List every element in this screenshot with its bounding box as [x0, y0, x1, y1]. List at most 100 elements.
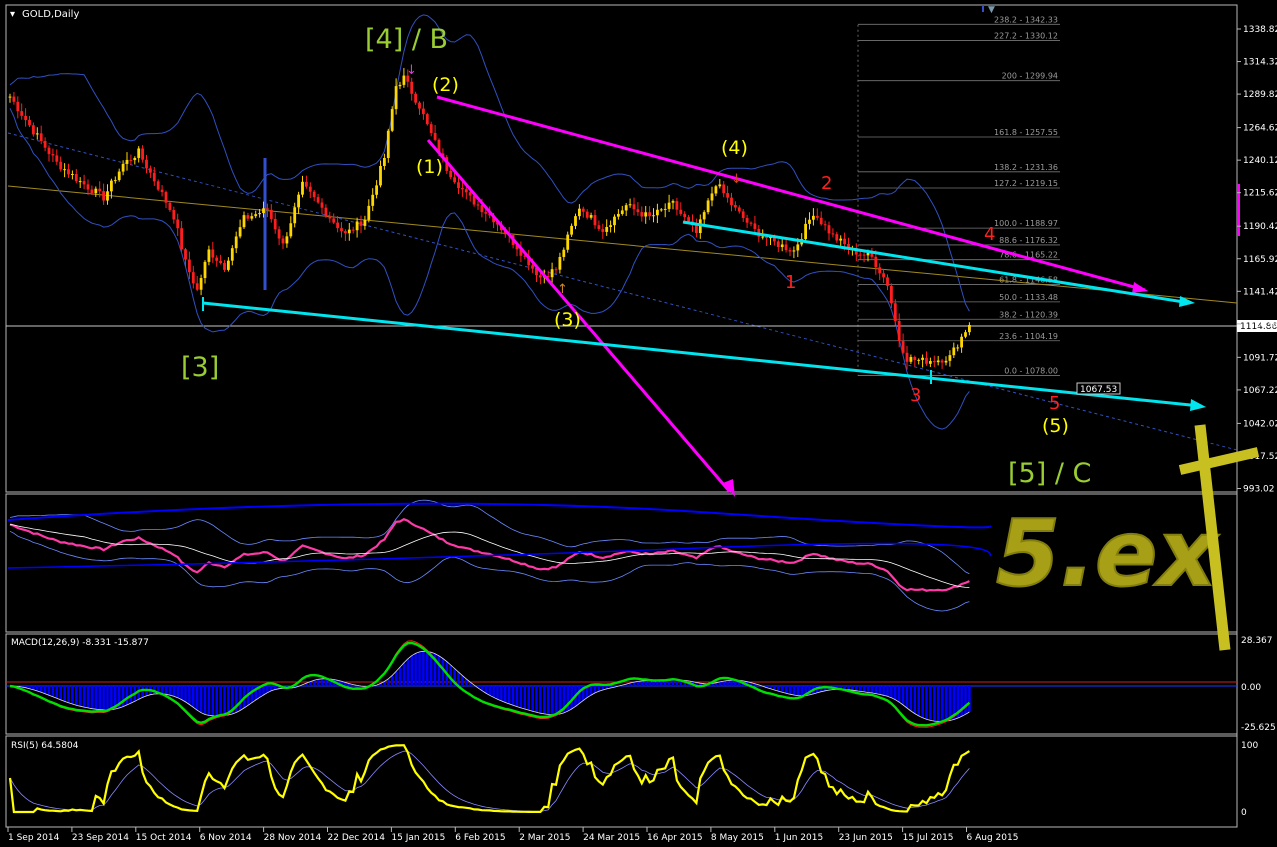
candle-body [644, 212, 648, 217]
candle-body [293, 207, 297, 224]
candle-body [835, 234, 839, 241]
candle-body [47, 147, 51, 155]
candle-body [188, 259, 191, 273]
candle-body [784, 244, 788, 251]
candle-body [117, 171, 121, 181]
date-tick-label: 23 Sep 2014 [72, 833, 129, 843]
candle-body [129, 159, 133, 161]
candle-body [819, 217, 823, 225]
candle-body [960, 336, 963, 348]
candle-body [948, 355, 952, 361]
candle-body [562, 249, 566, 257]
candle-body [952, 347, 956, 356]
candle-body [78, 181, 82, 183]
date-tick-label: 28 Nov 2014 [264, 833, 322, 843]
candle-body [745, 217, 749, 223]
candle-body [133, 157, 137, 161]
candle-body [422, 108, 425, 115]
shift-marker-icon[interactable]: ▼ [988, 5, 995, 15]
chart-menu-arrow[interactable]: ▾ [10, 9, 15, 20]
price-tick-label: 1116.92 [1243, 320, 1277, 330]
candle-body [893, 303, 897, 322]
candle-body [281, 238, 285, 244]
wave-label-5: (5) [1042, 415, 1069, 437]
candle-body [656, 209, 659, 216]
candle-body [35, 133, 39, 135]
candle-body [909, 357, 913, 362]
candle-body [761, 236, 765, 238]
candle-body [874, 256, 878, 268]
candle-body [812, 215, 815, 220]
candle-body [636, 209, 640, 213]
fib-level-label: 127.2 - 1219.15 [994, 179, 1058, 188]
candle-body [28, 120, 31, 126]
candle-body [379, 165, 382, 186]
candle-body [12, 96, 16, 102]
candle-body [301, 181, 304, 195]
wave-label-red-1: 1 [785, 272, 796, 293]
date-tick-label: 1 Jun 2015 [775, 833, 823, 843]
candle-body [39, 133, 43, 141]
candle-body [886, 277, 889, 286]
rsi-axis-top: 100 [1241, 741, 1258, 751]
candle-body [262, 208, 265, 214]
candle-body [929, 361, 932, 364]
candle-body [145, 159, 148, 169]
wave-label-red-5: 5 [1049, 393, 1060, 414]
candle-body [308, 186, 312, 192]
wave-label-1: (1) [416, 156, 443, 178]
candle-body [363, 219, 367, 226]
candle-body [269, 209, 273, 219]
price-tick-label: 1314.32 [1243, 58, 1277, 68]
candle-body [648, 212, 651, 217]
candle-body [932, 361, 936, 363]
candle-body [203, 261, 207, 279]
candle-body [386, 130, 390, 159]
candle-body [355, 221, 359, 231]
candle-body [449, 170, 453, 178]
wave-label-4-b: [4] / B [365, 24, 448, 55]
candle-body [464, 189, 468, 193]
price-tick-label: 1042.02 [1243, 419, 1277, 429]
candle-body [890, 285, 893, 304]
candle-body [940, 360, 944, 363]
rsi-label: RSI(5) 64.5804 [11, 741, 79, 751]
candle-body [776, 241, 780, 248]
candle-body [749, 222, 753, 224]
candle-body [277, 229, 281, 239]
candle-body [897, 321, 901, 342]
candle-body [734, 205, 737, 208]
candle-body [862, 254, 866, 256]
candle-body [273, 218, 277, 230]
candle-body [804, 223, 807, 240]
candle-body [285, 236, 289, 244]
chart-window[interactable]: ▾ GOLD,Daily ▼ 238.2 - 1342.33 227.2 - 13… [0, 0, 1277, 847]
candle-body [324, 207, 328, 217]
fib-level-label: 100.0 - 1188.97 [994, 219, 1058, 228]
price-tick-label: 1240.12 [1243, 156, 1277, 166]
candle-body [429, 124, 433, 133]
candle-body [82, 181, 86, 185]
candle-body [106, 191, 109, 201]
candle-body [137, 148, 141, 158]
candle-body [102, 191, 105, 201]
candle-body [98, 188, 102, 192]
wave-label-5-c: [5] / C [1008, 458, 1091, 489]
candle-body [839, 238, 843, 241]
candle-body [71, 174, 74, 176]
candle-body [74, 174, 78, 182]
candle-body [344, 231, 347, 234]
candle-body [585, 211, 589, 218]
candle-body [180, 228, 183, 250]
candle-body [149, 168, 152, 173]
candle-body [921, 357, 924, 360]
candle-body [722, 184, 726, 194]
candle-body [917, 359, 921, 361]
candle-body [172, 210, 176, 220]
candle-body [234, 236, 238, 249]
candle-body [433, 132, 437, 140]
candle-body [792, 250, 796, 252]
candle-body [219, 260, 222, 264]
candle-body [425, 114, 429, 125]
macd-axis-zero: 0.00 [1241, 683, 1261, 693]
